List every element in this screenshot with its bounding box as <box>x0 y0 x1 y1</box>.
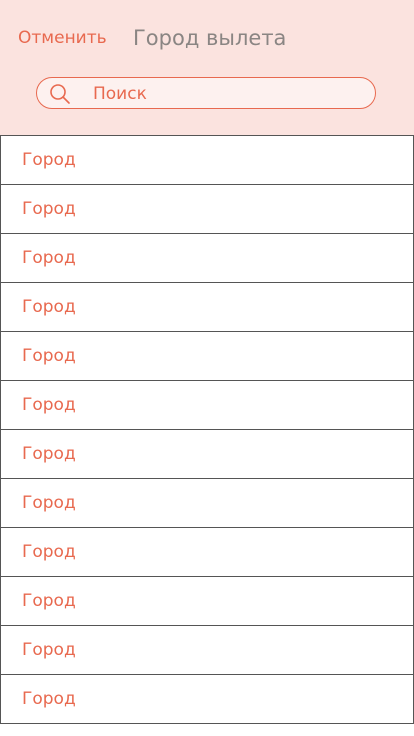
list-item-label: Город <box>22 150 76 170</box>
list-item[interactable]: Город <box>0 282 414 332</box>
search-icon <box>50 84 70 104</box>
list-item[interactable]: Город <box>0 478 414 528</box>
list-item-label: Город <box>22 297 76 317</box>
list-item[interactable]: Город <box>0 380 414 430</box>
list-item[interactable]: Город <box>0 527 414 577</box>
list-item[interactable]: Город <box>0 625 414 675</box>
list-item-label: Город <box>22 640 76 660</box>
list-item-label: Город <box>22 591 76 611</box>
list-item[interactable]: Город <box>0 429 414 479</box>
search-input[interactable] <box>93 82 363 106</box>
list-item[interactable]: Город <box>0 674 414 724</box>
city-picker-screen: Отменить Город вылета Город Город Город … <box>0 0 414 736</box>
list-item[interactable]: Город <box>0 331 414 381</box>
list-item-label: Город <box>22 444 76 464</box>
list-item-label: Город <box>22 493 76 513</box>
list-item-label: Город <box>22 395 76 415</box>
cancel-button[interactable]: Отменить <box>18 27 107 49</box>
list-item[interactable]: Город <box>0 184 414 234</box>
header: Отменить Город вылета <box>0 0 414 135</box>
list-item-label: Город <box>22 199 76 219</box>
list-item[interactable]: Город <box>0 233 414 283</box>
list-item[interactable]: Город <box>0 135 414 185</box>
page-title: Город вылета <box>133 26 287 50</box>
list-item-label: Город <box>22 346 76 366</box>
list-item-label: Город <box>22 248 76 268</box>
list-item-label: Город <box>22 542 76 562</box>
search-bar[interactable] <box>36 77 376 109</box>
city-list: Город Город Город Город Город Город Горо… <box>0 135 414 724</box>
list-item-label: Город <box>22 689 76 709</box>
list-item[interactable]: Город <box>0 576 414 626</box>
